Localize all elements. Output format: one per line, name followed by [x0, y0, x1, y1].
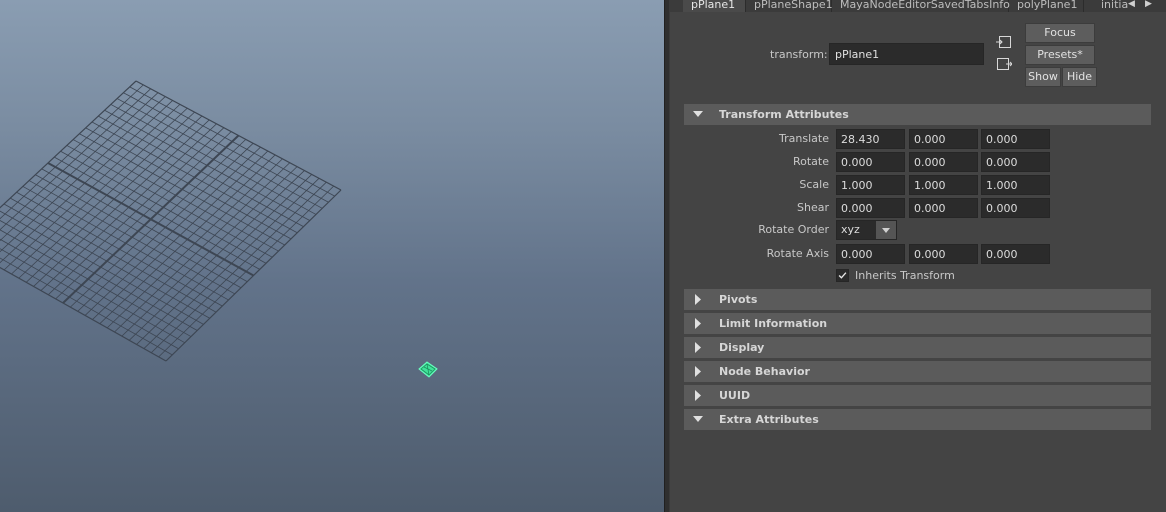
inherits-transform-checkbox[interactable]	[836, 269, 849, 282]
tab-pplaneshape1[interactable]: pPlaneShape1	[746, 0, 833, 12]
shear-xy-field[interactable]	[836, 198, 905, 218]
section-limit-information[interactable]: Limit Information	[684, 313, 1151, 334]
tab-pplane1[interactable]: pPlane1	[683, 0, 746, 12]
grid-line	[99, 154, 276, 325]
selected-object-marker[interactable]	[418, 361, 438, 378]
translate-y-field[interactable]	[909, 129, 978, 149]
triangle-right-icon[interactable]: ▶	[1145, 0, 1152, 12]
inherits-transform-label: Inherits Transform	[855, 269, 955, 282]
scale-x-field[interactable]	[836, 175, 905, 195]
shear-label: Shear	[797, 201, 829, 214]
viewport-3d[interactable]	[0, 0, 664, 512]
grid-line	[77, 142, 254, 312]
section-pivots[interactable]: Pivots	[684, 289, 1151, 310]
rotate-order-dropdown[interactable]: xyz	[836, 220, 897, 240]
section-label: Pivots	[719, 293, 758, 306]
translate-z-field[interactable]	[981, 129, 1050, 149]
rotate-axis-x-field[interactable]	[836, 244, 905, 264]
grid-line	[158, 185, 334, 358]
triangle-right-icon	[695, 294, 701, 305]
grid-line	[47, 162, 254, 277]
grid-line	[10, 197, 217, 313]
grid-line	[16, 191, 223, 307]
grid-line	[128, 170, 305, 341]
grid-line	[41, 168, 248, 282]
viewport-scene[interactable]	[0, 0, 664, 512]
rotate-label: Rotate	[792, 155, 829, 168]
section-label: Node Behavior	[719, 365, 810, 378]
shear-yz-field[interactable]	[981, 198, 1050, 218]
tab-polyplane1[interactable]: polyPlane1	[1009, 0, 1084, 12]
rotate-order-label: Rotate Order	[758, 223, 829, 236]
scale-label: Scale	[799, 178, 829, 191]
section-label: UUID	[719, 389, 751, 402]
grid-line	[0, 96, 166, 253]
grid-line	[70, 139, 247, 308]
rotate-y-field[interactable]	[909, 152, 978, 172]
rotate-x-field[interactable]	[836, 152, 905, 172]
rotate-z-field[interactable]	[981, 152, 1050, 172]
rotate-axis-z-field[interactable]	[981, 244, 1050, 264]
plane-grid-mesh[interactable]	[0, 80, 342, 362]
triangle-right-icon	[695, 318, 701, 329]
grid-line	[165, 189, 342, 362]
triangle-right-icon	[695, 342, 701, 353]
node-name-field[interactable]	[829, 43, 984, 65]
scale-z-field[interactable]	[981, 175, 1050, 195]
triangle-right-icon	[695, 366, 701, 377]
tab-initia[interactable]: initia	[1092, 0, 1132, 12]
section-label: Extra Attributes	[719, 413, 819, 426]
chevron-down-icon	[876, 221, 896, 239]
grid-line	[136, 174, 312, 345]
grid-line	[0, 238, 185, 344]
attribute-editor: pPlane1 pPlaneShape1 MayaNodeEditorSaved…	[670, 0, 1166, 512]
grid-line	[84, 146, 261, 316]
triangle-down-icon	[693, 416, 703, 422]
section-transform-attributes[interactable]: Transform Attributes	[684, 104, 1151, 125]
scale-y-field[interactable]	[909, 175, 978, 195]
grid-line	[143, 178, 320, 349]
show-button[interactable]: Show	[1025, 67, 1061, 87]
output-connections-icon[interactable]	[996, 57, 1012, 71]
rotate-order-value: xyz	[841, 223, 860, 236]
section-display[interactable]: Display	[684, 337, 1151, 358]
rotate-axis-label: Rotate Axis	[766, 247, 829, 260]
rotate-axis-y-field[interactable]	[909, 244, 978, 264]
grid-line	[121, 166, 298, 337]
node-tab-bar: pPlane1 pPlaneShape1 MayaNodeEditorSaved…	[670, 0, 1166, 12]
section-label: Limit Information	[719, 317, 828, 330]
grid-line	[0, 248, 179, 350]
input-connections-icon[interactable]	[996, 35, 1012, 49]
triangle-left-icon[interactable]: ◀	[1128, 0, 1135, 12]
grid-line	[92, 150, 269, 320]
section-node-behavior[interactable]: Node Behavior	[684, 361, 1151, 382]
section-label: Display	[719, 341, 765, 354]
grid-line	[114, 162, 291, 333]
triangle-down-icon	[693, 111, 703, 117]
translate-label: Translate	[779, 132, 829, 145]
section-uuid[interactable]: UUID	[684, 385, 1151, 406]
tab-mayanodeeditorsavedtabsinfo[interactable]: MayaNodeEditorSavedTabsInfo	[832, 0, 1010, 12]
grid-line	[151, 181, 327, 354]
grid-line	[22, 186, 229, 301]
translate-x-field[interactable]	[836, 129, 905, 149]
shear-xz-field[interactable]	[909, 198, 978, 218]
triangle-right-icon	[695, 390, 701, 401]
focus-button[interactable]: Focus	[1025, 23, 1095, 43]
hide-button[interactable]: Hide	[1062, 67, 1097, 87]
presets-button[interactable]: Presets*	[1025, 45, 1095, 65]
grid-line	[3, 203, 210, 319]
section-extra-attributes[interactable]: Extra Attributes	[684, 409, 1151, 430]
grid-line	[35, 174, 242, 289]
node-type-label: transform:	[770, 48, 828, 61]
grid-line	[28, 180, 235, 295]
grid-line	[106, 158, 283, 329]
section-label: Transform Attributes	[719, 108, 849, 121]
